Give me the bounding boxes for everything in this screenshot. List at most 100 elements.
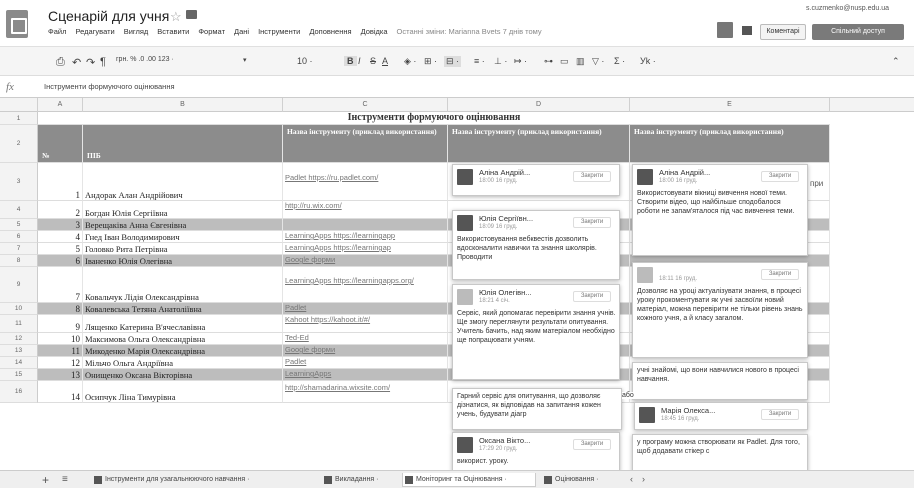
tab-3[interactable]: Моніторинг та Оцінювання · [402, 473, 536, 487]
column-e-comment-card[interactable]: у програму можна створювати як Padlet. Д… [632, 434, 808, 472]
print-icon[interactable]: ⎙ [56, 56, 65, 69]
row-no-cell[interactable]: 12 [38, 357, 83, 369]
sheet-title-cell[interactable]: Інструменти формуючого оцінювання [38, 112, 830, 125]
row-no-cell[interactable]: 14 [38, 381, 83, 403]
last-edit-link[interactable]: Останні зміни: Marianna Bvets 7 днів том… [397, 27, 542, 36]
resolve-comment-button[interactable]: Закрити [573, 439, 611, 450]
cell-e3-fragment[interactable]: при [810, 167, 830, 197]
resolve-comment-button[interactable]: Закрити [761, 171, 799, 182]
font-size-dropdown[interactable]: 10 · [297, 56, 313, 66]
column-header-c[interactable]: C [283, 98, 448, 112]
add-sheet-icon[interactable]: + [42, 473, 49, 487]
row-no-cell[interactable]: 6 [38, 255, 83, 267]
resolve-comment-button[interactable]: Закрити [573, 217, 611, 228]
header-pib-cell[interactable]: ПІБ [83, 125, 283, 163]
menu-help[interactable]: Довідка [361, 27, 388, 36]
student-name-cell[interactable]: Головко Рита Петрівна [83, 243, 283, 255]
tab-1[interactable]: Інструменти для узагальнюючого навчання … [92, 473, 314, 487]
valign-icon[interactable]: ⊥ · [494, 56, 507, 67]
student-name-cell[interactable]: Андорак Алан Андрійович [83, 163, 283, 201]
menu-edit[interactable]: Редагувати [75, 27, 114, 36]
menu-tools[interactable]: Інструменти [258, 27, 300, 36]
column-header-a[interactable]: A [38, 98, 83, 112]
tool-link-cell[interactable]: Padlet https://ru.padlet.com/ [283, 163, 448, 201]
student-name-cell[interactable]: Микоденко Марія Олександрівна [83, 345, 283, 357]
select-all-corner[interactable] [0, 98, 38, 112]
row-number[interactable]: 15 [0, 369, 38, 381]
student-name-cell[interactable]: Ковалевська Тетяна Анатоліївна [83, 303, 283, 315]
row-no-cell[interactable]: 10 [38, 333, 83, 345]
resolve-comment-button[interactable]: Закрити [761, 409, 799, 420]
comments-button[interactable]: Коментарі [760, 24, 806, 40]
menu-file[interactable]: Файл [48, 27, 66, 36]
tool-link-cell[interactable] [283, 219, 448, 231]
number-format-controls[interactable]: грн. % .0 .00 123 · [116, 56, 174, 63]
menu-format[interactable]: Формат [198, 27, 225, 36]
row-number[interactable]: 1 [0, 112, 38, 125]
sheets-logo-icon[interactable] [6, 10, 28, 38]
folder-icon[interactable] [186, 10, 197, 19]
tool-link-cell[interactable]: LearningApps [283, 369, 448, 381]
document-title[interactable]: Сценарій для учня [48, 8, 169, 24]
row-number[interactable]: 14 [0, 357, 38, 369]
user-email[interactable]: s.cuzmenko@nusp.edu.ua [806, 5, 889, 12]
row-no-cell[interactable]: 8 [38, 303, 83, 315]
row-number[interactable]: 5 [0, 219, 38, 231]
merge-cells-icon[interactable]: ⊟ · [444, 56, 462, 67]
row-number[interactable]: 3 [0, 163, 38, 201]
bold-button[interactable]: B [344, 56, 357, 66]
strikethrough-button[interactable]: S [370, 56, 376, 66]
tool-link-cell[interactable]: Padlet [283, 303, 448, 315]
column-d-comment-card[interactable]: Юлія Сергіївн... 18:09 16 груд. Закрити Вик… [452, 210, 620, 280]
row-no-cell[interactable]: 3 [38, 219, 83, 231]
student-name-cell[interactable]: Богдан Юлія Сергіївна [83, 201, 283, 219]
row-no-cell[interactable]: 2 [38, 201, 83, 219]
borders-icon[interactable]: ⊞ · [424, 56, 437, 67]
column-header-b[interactable]: B [83, 98, 283, 112]
input-tools-button[interactable]: Уk · [640, 56, 656, 66]
resolve-comment-button[interactable]: Закрити [573, 291, 611, 302]
italic-button[interactable]: I [358, 56, 361, 66]
column-e-comment-card[interactable]: Марія Олекса... 18:45 16 груд. Закрити [634, 402, 808, 430]
row-number[interactable]: 11 [0, 315, 38, 333]
header-tool-c-cell[interactable]: Назва інструменту (приклад використання) [283, 125, 448, 163]
tool-link-cell[interactable]: Kahoot https://kahoot.it/#/ [283, 315, 448, 333]
row-number[interactable]: 10 [0, 303, 38, 315]
student-name-cell[interactable]: Лященко Катерина В'ячеславівна [83, 315, 283, 333]
tool-link-cell[interactable]: Google форми [283, 345, 448, 357]
functions-button[interactable]: Σ · [614, 56, 625, 66]
share-button[interactable]: Спільний доступ [812, 24, 904, 40]
column-d-comment-card[interactable]: Гарний сервіс для опитування, що дозволя… [452, 388, 622, 430]
menu-data[interactable]: Дані [234, 27, 249, 36]
align-left-icon[interactable]: ≡ · [474, 56, 485, 66]
column-d-comment-card[interactable]: Юлія Олегівн... 18:21 4 січ. Закрити Сервіс… [452, 284, 620, 380]
filter-icon[interactable]: ▽ · [592, 56, 604, 67]
insert-comment-icon[interactable]: ▭ [560, 56, 569, 67]
column-e-comment-card[interactable]: учні знайомі, що вони навчилися нового в… [632, 362, 808, 400]
row-number[interactable]: 6 [0, 231, 38, 243]
row-number[interactable]: 9 [0, 267, 38, 303]
header-tool-d-cell[interactable]: Назва інструменту (приклад використання) [448, 125, 630, 163]
tool-link-cell[interactable]: LearningApps https://learningapp [283, 231, 448, 243]
row-number[interactable]: 13 [0, 345, 38, 357]
tool-link-cell[interactable]: http://shamadarina.wixsite.com/ [283, 381, 448, 403]
row-number[interactable]: 8 [0, 255, 38, 267]
row-number[interactable]: 2 [0, 125, 38, 163]
student-name-cell[interactable]: Гнед Іван Володимирович [83, 231, 283, 243]
menu-view[interactable]: Вигляд [124, 27, 149, 36]
tool-link-cell[interactable]: Padlet [283, 357, 448, 369]
student-name-cell[interactable]: Мільчо Ольга Андріївна [83, 357, 283, 369]
tab-scroll-right-icon[interactable]: › [642, 474, 645, 484]
student-name-cell[interactable]: Ковальчук Лідія Олександрівна [83, 267, 283, 303]
tab-scroll-left-icon[interactable]: ‹ [630, 474, 633, 484]
student-name-cell[interactable]: Максимова Ольга Олександрівна [83, 333, 283, 345]
row-number[interactable]: 7 [0, 243, 38, 255]
row-number[interactable]: 4 [0, 201, 38, 219]
column-e-comment-card[interactable]: 18:11 16 груд. Закрити Дозволяє на уроці а… [632, 262, 808, 358]
row-no-cell[interactable]: 13 [38, 369, 83, 381]
formula-input[interactable]: Інструменти формуючого оцінювання [44, 82, 175, 91]
column-d-comment-card[interactable]: Оксана Вікто... 17:29 20 груд. Закрити вико… [452, 432, 620, 472]
student-name-cell[interactable]: Онищенко Оксана Вікторівна [83, 369, 283, 381]
fill-color-icon[interactable]: ◈ · [404, 56, 416, 67]
column-e-comment-card[interactable]: Аліна Андрій... 18:00 16 груд. Закрити Вико… [632, 164, 808, 256]
